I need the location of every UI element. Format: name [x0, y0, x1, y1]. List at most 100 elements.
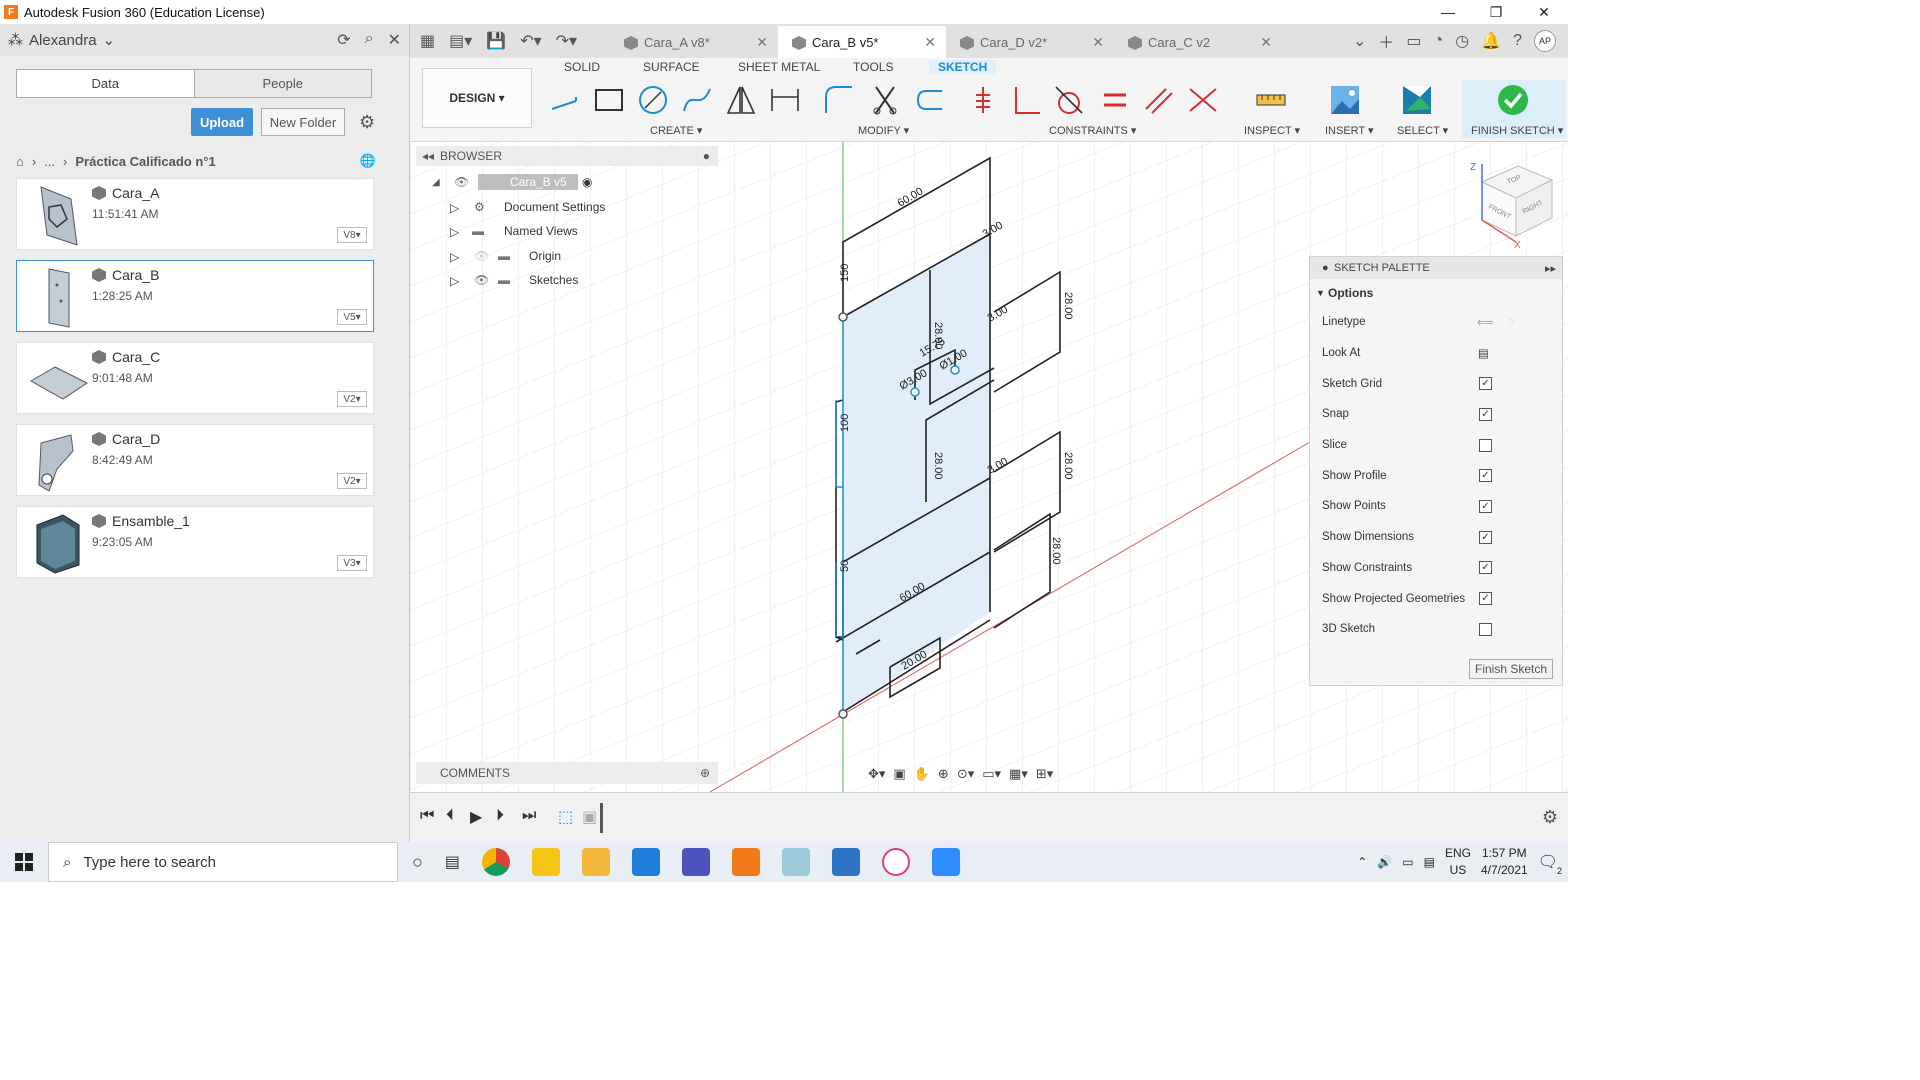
equal-constraint-icon[interactable] [1098, 83, 1132, 117]
look-at-icon[interactable]: ▣ [893, 766, 905, 782]
save-icon[interactable]: 💾 [486, 31, 506, 51]
tree-root[interactable]: ◢ 👁 Cara_B v5 ◉ [416, 170, 616, 195]
gear-icon[interactable]: ⚙ [1542, 807, 1558, 828]
show-profile-checkbox[interactable]: ✓ [1479, 469, 1492, 483]
language-indicator[interactable]: ENG US [1445, 845, 1471, 879]
offset-tool-icon[interactable] [912, 83, 946, 117]
browser-options-icon[interactable]: ● [703, 149, 710, 163]
expand-right-icon[interactable]: ▸▸ [1545, 262, 1556, 275]
avatar[interactable]: AP [1534, 30, 1556, 52]
select-tool-icon[interactable] [1400, 83, 1434, 117]
photos-icon[interactable] [832, 848, 860, 876]
user-menu[interactable]: ⁂ Alexandra ⌄ [8, 31, 115, 50]
dimension-label[interactable]: 100 [839, 414, 851, 432]
tab-solid[interactable]: SOLID [564, 60, 600, 74]
step-forward-icon[interactable]: ⏵ [496, 807, 504, 825]
tab-sheet-metal[interactable]: SHEET METAL [738, 60, 820, 74]
volume-icon[interactable]: 🔊 [1377, 855, 1392, 869]
root-component-label[interactable]: Cara_B v5 [478, 174, 578, 191]
doc-tab-cara-c[interactable]: Cara_C v2 ✕ [1114, 26, 1282, 58]
feature-icon[interactable]: ▣ [582, 807, 597, 827]
trim-tool-icon[interactable] [868, 83, 902, 117]
centerline-linetype-icon[interactable]: ◌ [1508, 316, 1515, 328]
dimension-label[interactable]: 50 [839, 560, 851, 572]
file-card[interactable]: Cara_C 9:01:48 AM V2 ▾ [16, 342, 374, 414]
eraser-app-icon[interactable] [782, 848, 810, 876]
refresh-icon[interactable]: ⟳ [337, 30, 350, 50]
close-tab-icon[interactable]: ✕ [924, 34, 936, 51]
sticky-notes-icon[interactable] [532, 848, 560, 876]
fix-constraint-icon[interactable] [966, 83, 1000, 117]
gear-icon[interactable]: ⚙ [359, 112, 375, 133]
doc-tab-cara-b[interactable]: Cara_B v5* ✕ [778, 26, 946, 58]
tree-item-document-settings[interactable]: ▷ ⚙ Document Settings [416, 195, 616, 220]
version-badge[interactable]: V2 ▾ [337, 473, 367, 489]
sketch-grid-checkbox[interactable]: ✓ [1479, 377, 1492, 391]
network-icon[interactable]: ▤ [1424, 855, 1435, 869]
finish-sketch-check-icon[interactable] [1496, 83, 1530, 117]
show-constraints-checkbox[interactable]: ✓ [1479, 561, 1492, 575]
tab-people[interactable]: People [194, 70, 371, 97]
new-tab-icon[interactable]: ＋ [1378, 29, 1394, 53]
look-at-icon[interactable]: ▤ [1478, 346, 1489, 360]
taskbar-search[interactable]: ⌕ Type here to search [48, 842, 398, 882]
file-card[interactable]: Cara_D 8:42:49 AM V2 ▾ [16, 424, 374, 496]
timeline-marker[interactable] [600, 803, 603, 833]
hole-point[interactable] [910, 387, 920, 397]
fillet-tool-icon[interactable] [822, 83, 856, 117]
comments-icon[interactable]: ▭ [1406, 31, 1421, 51]
circle-tool-icon[interactable] [636, 83, 670, 117]
dimension-label[interactable]: 28.00 [1062, 452, 1074, 480]
construction-linetype-icon[interactable]: ⟸ [1477, 315, 1494, 329]
file-card[interactable]: Cara_B 1:28:25 AM V5 ▾ [16, 260, 374, 332]
notification-center-icon[interactable]: 🗨 2 [1538, 852, 1562, 876]
tab-tools[interactable]: TOOLS [853, 60, 893, 74]
dimension-label[interactable]: 28.00 [1062, 292, 1074, 320]
go-to-start-icon[interactable]: ⏮ [420, 807, 434, 825]
finish-sketch-menu[interactable]: FINISH SKETCH ▾ [1471, 124, 1563, 137]
extensions-icon[interactable]: ◔ [1434, 32, 1444, 50]
pan-icon[interactable]: ✋ [914, 766, 930, 782]
snip-icon[interactable] [882, 848, 910, 876]
dimension-label[interactable]: 28.00 [1050, 537, 1062, 565]
new-folder-button[interactable]: New Folder [261, 108, 345, 136]
chrome-icon[interactable] [482, 848, 510, 876]
tab-sketch[interactable]: SKETCH [929, 60, 997, 74]
teams-icon[interactable] [682, 848, 710, 876]
chevron-up-icon[interactable]: ⌃ [1357, 855, 1367, 869]
tree-item-origin[interactable]: ▷ 👁 ▬ Origin [416, 244, 616, 269]
play-icon[interactable]: ▶ [470, 807, 482, 827]
tree-item-sketches[interactable]: ▷ 👁 ▬ Sketches [416, 268, 616, 293]
dimension-tool-icon[interactable] [768, 83, 802, 117]
sketch-palette-header[interactable]: ● SKETCH PALETTE ▸▸ [1310, 257, 1562, 279]
close-tab-icon[interactable]: ✕ [1092, 34, 1104, 51]
collapse-triangle-icon[interactable]: ▼ [1316, 288, 1325, 298]
undo-icon[interactable]: ↶▾ [520, 31, 541, 51]
tab-surface[interactable]: SURFACE [643, 60, 700, 74]
expand-triangle-icon[interactable]: ▷ [450, 225, 460, 239]
modify-menu[interactable]: MODIFY ▾ [858, 124, 909, 137]
close-tab-icon[interactable]: ✕ [1260, 34, 1272, 51]
sketch-point[interactable] [838, 709, 848, 719]
perpendicular-constraint-icon[interactable] [1010, 83, 1044, 117]
expand-triangle-icon[interactable]: ▷ [450, 250, 460, 264]
step-back-icon[interactable]: ⏴ [446, 807, 454, 825]
file-explorer-icon[interactable] [582, 848, 610, 876]
fusion-360-taskbar-icon[interactable] [732, 848, 760, 876]
coincident-constraint-icon[interactable] [1186, 83, 1220, 117]
minimize-button[interactable]: — [1424, 0, 1472, 24]
add-comment-icon[interactable]: ⊕ [700, 766, 710, 780]
task-view-icon[interactable]: ▤ [445, 852, 460, 872]
sketch-feature-icon[interactable]: ⬚ [558, 807, 573, 827]
version-badge[interactable]: V8 ▾ [337, 227, 367, 243]
eye-hidden-icon[interactable]: 👁 [474, 249, 489, 263]
version-badge[interactable]: V3 ▾ [337, 555, 367, 571]
palette-toggle-icon[interactable]: ● [1322, 262, 1329, 274]
eye-icon[interactable]: 👁 [474, 273, 489, 287]
search-icon[interactable]: ⌕ [365, 30, 374, 50]
tree-item-named-views[interactable]: ▷ ▬ Named Views [416, 219, 616, 244]
cortana-icon[interactable]: ○ [412, 852, 423, 873]
doc-tab-cara-d[interactable]: Cara_D v2* ✕ [946, 26, 1114, 58]
display-settings-icon[interactable]: ▭▾ [982, 766, 1001, 782]
3d-sketch-checkbox[interactable] [1479, 622, 1492, 636]
